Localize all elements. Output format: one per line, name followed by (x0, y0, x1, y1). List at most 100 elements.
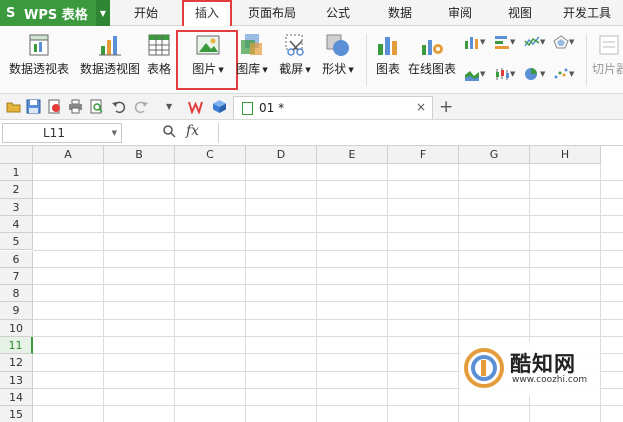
tab-formulas[interactable]: 公式 (318, 0, 358, 26)
shapes-icon (325, 32, 351, 58)
column-header-b[interactable]: B (104, 146, 175, 164)
picture-dropdown-icon[interactable]: ▼ (218, 66, 223, 74)
row-header-4[interactable]: 4 (0, 215, 33, 234)
column-header-g[interactable]: G (459, 146, 530, 164)
row-header-10[interactable]: 10 (0, 319, 33, 337)
bar-chart-icon (495, 36, 509, 49)
row-header-2[interactable]: 2 (0, 181, 33, 199)
tab-developer[interactable]: 开发工具 (556, 0, 618, 26)
row-header-6[interactable]: 6 (0, 250, 33, 268)
row-header-7[interactable]: 7 (0, 267, 33, 286)
slicer-button[interactable]: 切片器 (592, 32, 623, 88)
save-icon[interactable] (26, 99, 41, 114)
screenshot-dropdown-icon[interactable]: ▼ (305, 66, 310, 74)
spreadsheet-file-icon (242, 101, 253, 115)
stock-chart-button[interactable]: ▼ (494, 66, 515, 82)
table-label: 表格 (146, 62, 171, 76)
pivot-chart-icon (97, 32, 123, 58)
screenshot-label: 截屏 (279, 62, 304, 76)
row-header-3[interactable]: 3 (0, 198, 33, 216)
document-tab[interactable]: 01 * × (233, 96, 433, 119)
row-header-15[interactable]: 15 (0, 406, 33, 422)
line-chart-icon (524, 36, 540, 47)
row-header-1[interactable]: 1 (0, 164, 33, 182)
chart-icon (375, 32, 401, 58)
pivot-chart-label: 数据透视图 (79, 62, 140, 76)
coozhi-logo-icon (464, 348, 504, 388)
insert-function-icon[interactable]: fx (186, 123, 199, 139)
watermark: 酷知网 www.coozhi.com (460, 342, 600, 396)
radar-chart-button[interactable]: ▼ (553, 34, 574, 50)
formula-input[interactable] (218, 123, 623, 143)
grid-column-line (174, 164, 175, 422)
cube-icon[interactable] (212, 99, 227, 114)
wps-w-icon[interactable] (188, 99, 203, 115)
print-icon[interactable] (68, 99, 83, 114)
export-pdf-icon[interactable] (47, 99, 62, 114)
chart-button[interactable]: 图表 (372, 32, 404, 88)
redo-icon[interactable] (134, 99, 149, 114)
tab-page-layout[interactable]: 页面布局 (242, 0, 302, 26)
open-folder-icon[interactable] (6, 99, 21, 114)
pivot-table-icon (26, 32, 52, 58)
picture-icon (195, 32, 221, 58)
stock-chart-icon (496, 68, 509, 80)
grid-column-line (103, 164, 104, 422)
grid-row-line (33, 318, 623, 320)
close-tab-icon[interactable]: × (416, 100, 426, 114)
row-header-9[interactable]: 9 (0, 302, 33, 320)
shapes-dropdown-icon[interactable]: ▼ (348, 66, 353, 74)
row-header-11[interactable]: 11 (0, 337, 33, 355)
customize-toolbar-dropdown-icon[interactable]: ▼ (166, 99, 181, 114)
column-header-h[interactable]: H (530, 146, 601, 164)
name-box[interactable]: L11 ▼ (2, 123, 122, 143)
pivot-chart-button[interactable]: 数据透视图 (78, 32, 142, 88)
column-header-f[interactable]: F (388, 146, 459, 164)
column-header-c[interactable]: C (175, 146, 246, 164)
row-header-13[interactable]: 13 (0, 371, 33, 389)
ribbon-separator (366, 34, 367, 86)
shapes-button[interactable]: 形状 ▼ (318, 32, 358, 88)
picture-label: 图片 (192, 62, 217, 76)
print-preview-icon[interactable] (89, 99, 104, 114)
app-menu-button[interactable]: S WPS 表格 ▼ (0, 0, 110, 26)
app-menu-dropdown-icon[interactable]: ▼ (96, 0, 110, 26)
tab-data[interactable]: 数据 (380, 0, 420, 26)
name-box-value: L11 (43, 126, 65, 140)
new-tab-icon[interactable]: + (439, 97, 453, 117)
grid-row-line (33, 266, 623, 268)
column-chart-icon (465, 37, 478, 49)
tab-insert[interactable]: 插入 (182, 0, 232, 26)
picture-button[interactable]: 图片 ▼ (180, 32, 236, 88)
row-header-14[interactable]: 14 (0, 388, 33, 407)
zoom-icon[interactable] (162, 124, 176, 142)
select-all-corner[interactable] (0, 146, 33, 164)
scatter-chart-icon (554, 68, 568, 79)
tab-view[interactable]: 视图 (500, 0, 540, 26)
pie-chart-button[interactable]: ▼ (524, 66, 545, 82)
column-header-e[interactable]: E (317, 146, 388, 164)
tab-review[interactable]: 审阅 (440, 0, 480, 26)
gallery-dropdown-icon[interactable]: ▼ (262, 66, 267, 74)
bar-chart-button[interactable]: ▼ (494, 34, 515, 50)
pivot-table-button[interactable]: 数据透视表 (6, 32, 72, 88)
row-header-5[interactable]: 5 (0, 233, 33, 251)
grid-row-line (33, 249, 623, 251)
column-header-d[interactable]: D (246, 146, 317, 164)
undo-icon[interactable] (111, 99, 126, 114)
column-header-a[interactable]: A (33, 146, 104, 164)
line-chart-button[interactable]: ▼ (524, 34, 545, 50)
document-tab-name: 01 * (259, 101, 285, 115)
area-chart-button[interactable]: ▼ (464, 66, 485, 82)
table-button[interactable]: 表格 (144, 32, 174, 88)
screenshot-button[interactable]: 截屏 ▼ (276, 32, 314, 88)
tab-home[interactable]: 开始 (124, 0, 168, 26)
name-box-dropdown-icon[interactable]: ▼ (112, 124, 117, 142)
online-chart-button[interactable]: 在线图表 (406, 32, 458, 88)
gallery-button[interactable]: 图库 ▼ (234, 32, 270, 88)
column-chart-button[interactable]: ▼ (464, 34, 485, 50)
row-header-8[interactable]: 8 (0, 285, 33, 303)
row-header-12[interactable]: 12 (0, 354, 33, 372)
ribbon-insert: 数据透视表 数据透视图 表格 图片 ▼ 图库 ▼ 截屏 ▼ 形状 ▼ 图表 在线… (0, 26, 623, 94)
scatter-chart-button[interactable]: ▼ (553, 66, 574, 82)
